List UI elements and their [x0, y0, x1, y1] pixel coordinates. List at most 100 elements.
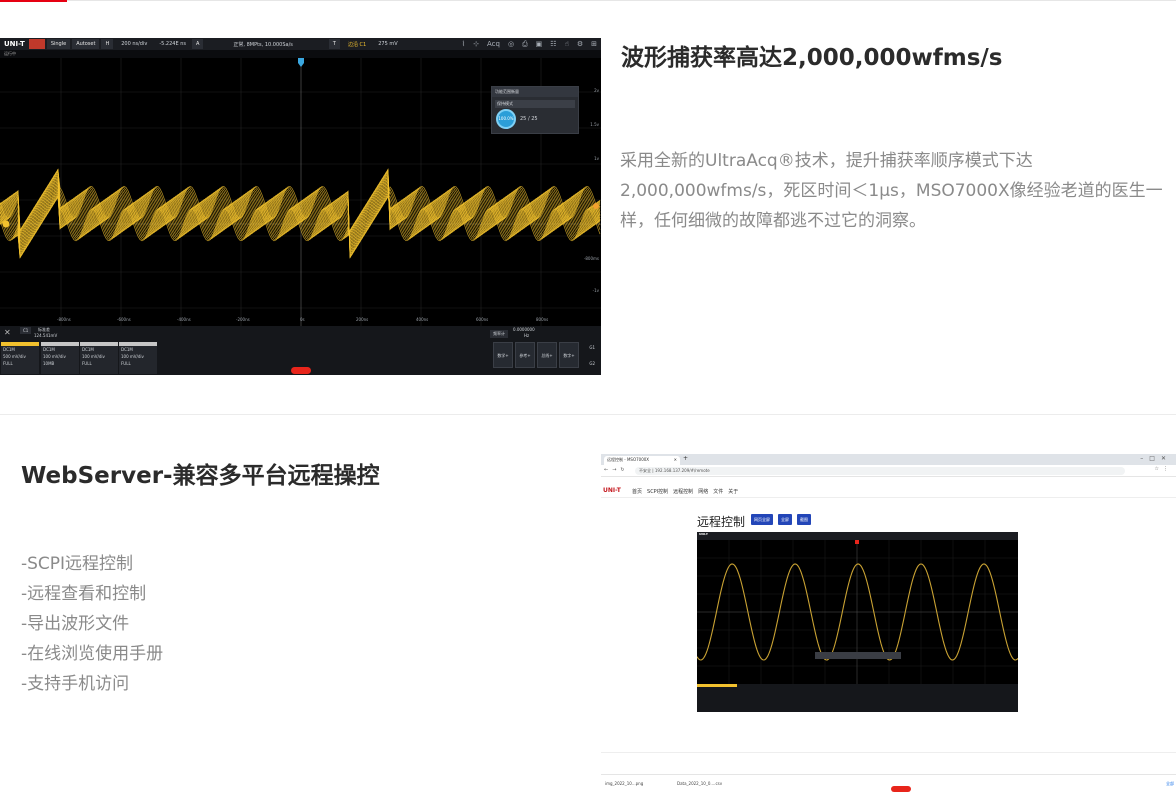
run-stop-button: ■: [28, 39, 45, 49]
x-tick: 0s: [300, 317, 305, 322]
trigger-label: T: [328, 39, 340, 49]
channel-4-box: DC1M 100 mV/div FULL: [119, 342, 157, 374]
display-icon: ◎: [507, 39, 515, 48]
sample-rate: 正常, 8MPts, 10.000Sa/s: [233, 41, 293, 48]
mini-info-bar: [815, 652, 901, 659]
y-tick: 2v: [594, 88, 599, 93]
trigger-level: 275 mV: [378, 41, 398, 47]
frequency-counter-unit: Hz: [524, 333, 530, 338]
nav-link: 网络: [698, 489, 709, 495]
y-tick: -1v: [592, 288, 599, 293]
tab-title: 远程控制 - MSO7000X: [607, 457, 650, 462]
channel1-ground-marker: [2, 220, 10, 228]
progress-dial: 100.0%: [496, 109, 516, 129]
channel-mode: DC1M: [121, 347, 133, 352]
x-tick: -400ns: [177, 317, 191, 322]
utility-icon: ☷: [550, 39, 557, 48]
nav-icons: ←→↻: [604, 467, 629, 473]
ref-button: 参考+: [515, 342, 535, 368]
single-button: Single: [46, 39, 71, 49]
scope-toolbar-icons: ⌇ ⊹ Acq ◎ ⎙ ▣ ☷ ☝ ⚙ ⊞: [462, 40, 601, 49]
section1-description: 采用全新的UltraAcq®技术，提升捕获率顺序模式下达2,000,000wfm…: [620, 151, 1163, 231]
site-nav-links: 首页 SCPI控制 远程控制 网络 文件 关于: [632, 488, 738, 495]
download-item: img_2022_10...png: [605, 781, 644, 786]
frequency-counter-value: 0.0000000: [513, 327, 535, 332]
carousel-indicator[interactable]: [891, 786, 911, 792]
browser-separator: [601, 752, 1176, 753]
section-divider: [0, 414, 1176, 415]
cursor-icon: ⊹: [473, 39, 479, 48]
section1-title: 波形捕获率高达2,000,000wfms/s: [621, 45, 1003, 71]
fullscreen-button: 全屏: [778, 514, 792, 525]
touch-icon: ☝: [564, 39, 569, 48]
channel-1-box: DC1M 500 mV/div FULL: [1, 342, 39, 374]
readout-channel: C1: [20, 327, 32, 334]
y-tick: 1.5v: [590, 122, 599, 127]
trigger-level-marker: [593, 203, 599, 209]
channel-mode: DC1M: [3, 347, 15, 352]
url-field: 不安全 | 192.168.137.209/#/remote: [635, 467, 1125, 475]
settings-icon: ⚙: [576, 39, 584, 48]
x-tick: -200ns: [236, 317, 250, 322]
x-axis-labels: -800ns -600ns -400ns -200ns 0s 200ns 400…: [0, 317, 601, 325]
acq-button: Acq: [486, 39, 500, 48]
timebase-value: 200 ns/div: [121, 41, 148, 47]
mini-trigger-marker: [855, 540, 859, 544]
tab-close-icon: ✕: [673, 457, 677, 462]
channel-bandwidth: FULL: [82, 361, 92, 366]
fullscreen-page-button: 网页全屏: [751, 514, 773, 525]
scope-status-line: 运行中: [0, 50, 601, 58]
browser-tab: 远程控制 - MSO7000X ✕: [604, 456, 680, 465]
download-bar: img_2022_10...png Data_2022_10_0....csv …: [601, 774, 1176, 794]
nav-link: SCPI控制: [647, 489, 669, 495]
bus-button: 总线+: [537, 342, 557, 368]
y-tick: 1v: [594, 156, 599, 161]
grid-icon: ⊞: [591, 39, 597, 48]
autoset-button: Autoset: [72, 39, 100, 49]
channel-bandwidth: FULL: [121, 361, 131, 366]
channel-mode: DC1M: [43, 347, 55, 352]
channel-3-box: DC1M 100 mV/div FULL: [80, 342, 118, 374]
x-tick: 600ns: [476, 317, 489, 322]
mini-channel-strip: [697, 684, 737, 687]
g2-button: G2: [589, 361, 595, 366]
save-icon: ▣: [535, 39, 543, 48]
scope-logo: UNI-T: [4, 40, 25, 48]
mini-scope-bottom: [697, 684, 1018, 712]
window-controls: –□✕: [1140, 455, 1172, 462]
function-buttons: 数学+ 参考+ 总线+ 数字+: [493, 342, 579, 368]
channel-scale: 100 mV/div: [121, 354, 144, 359]
x-tick: -800ns: [57, 317, 71, 322]
oscilloscope-screenshot: UNI-T ■ Single Autoset H 200 ns/div -5.2…: [0, 38, 601, 375]
g1-button: G1: [589, 345, 595, 350]
channel-2-box: DC1M 100 mV/div 10MB: [41, 342, 79, 374]
browser-tab-bar: 远程控制 - MSO7000X ✕ + –□✕: [601, 454, 1176, 465]
remote-control-title: 远程控制: [697, 515, 746, 529]
measure-icon: ⌇: [461, 39, 466, 48]
browser-address-bar: ←→↻ 不安全 | 192.168.137.209/#/remote ☆⋮: [601, 465, 1176, 477]
mini-scope-toolbar: UNI-T: [697, 532, 1018, 540]
site-logo: UNI-T: [603, 487, 621, 494]
trigger-info: 边沿 C1: [347, 41, 367, 48]
nav-link: 关于: [728, 489, 739, 495]
horizontal-offset: -5.224E ns: [159, 41, 186, 47]
mini-scope-logo: UNI-T: [699, 532, 708, 536]
x-tick: 200ns: [356, 317, 369, 322]
site-nav: UNI-T 首页 SCPI控制 远程控制 网络 文件 关于: [601, 484, 1176, 498]
new-tab-icon: +: [683, 455, 689, 462]
measure-count: 25 / 25: [520, 116, 538, 122]
feature-item: -支持手机访问: [21, 674, 130, 694]
carousel-indicator[interactable]: [291, 367, 311, 374]
feature-item: -在线浏览使用手册: [21, 644, 164, 664]
mini-waveform: [697, 540, 1018, 684]
active-tab-indicator: [0, 0, 67, 2]
feature-list: -SCPI远程控制 -远程查看和控制 -导出波形文件 -在线浏览使用手册 -支持…: [21, 549, 163, 699]
channel-mode: DC1M: [82, 347, 94, 352]
channel-bandwidth: 10MB: [43, 361, 55, 366]
digital-button: 数字+: [559, 342, 579, 368]
webserver-screenshot: 远程控制 - MSO7000X ✕ + –□✕ ←→↻ 不安全 | 192.16…: [601, 454, 1176, 794]
measure-panel-title: 功能范围衡量: [492, 87, 578, 97]
y-tick: -800ms: [583, 256, 599, 261]
section2-title: WebServer-兼容多平台远程操控: [21, 463, 380, 489]
acq-label: A: [191, 39, 204, 49]
